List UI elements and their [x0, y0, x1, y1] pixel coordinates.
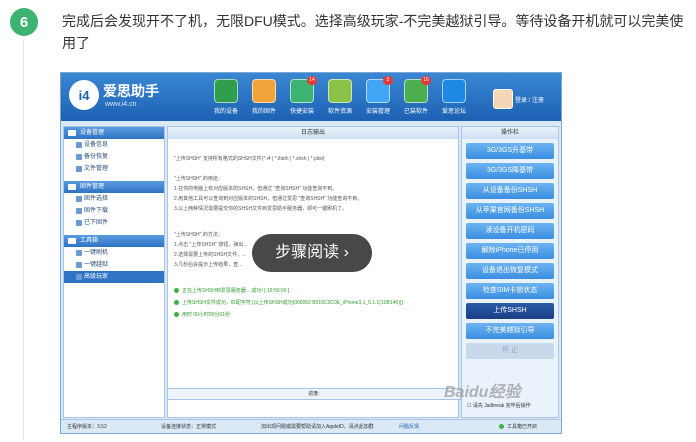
- op-button-stop[interactable]: 停 止: [466, 343, 554, 359]
- software-icon: [328, 79, 352, 103]
- status-bar: 主程序版本：3.52 设备连接状态：正常模式 加出现问题或需要帮助请加入Appl…: [61, 419, 561, 433]
- baidu-watermark: Baidu经验: [444, 384, 521, 401]
- toolbar-label: 我的设备: [213, 109, 238, 115]
- step-number-badge: 6: [10, 8, 38, 36]
- backup-icon: [76, 154, 82, 160]
- select-icon: [76, 196, 82, 202]
- toolbar-forum[interactable]: 爱思论坛: [437, 79, 471, 119]
- toolbar-label: 我的固件: [251, 109, 276, 115]
- status-connection: 设备连接状态：正常模式: [161, 424, 217, 430]
- sidebar: 设备管理 设备信息 备份恢复 文件管理 固件管理 固件选择 固件下载 已下固件 …: [63, 126, 165, 418]
- sidebar-item-files[interactable]: 文件管理: [64, 163, 164, 175]
- log-line: "上传SHSH" 的方法：: [174, 232, 223, 238]
- app-url: www.i4.cn: [105, 101, 137, 108]
- op-button-downgrade-baseband[interactable]: 3G/3GS降基带: [466, 163, 554, 179]
- notification-badge: 14: [307, 76, 317, 85]
- step-divider-line: [23, 40, 24, 440]
- login-link[interactable]: 登录 / 注册: [515, 95, 544, 104]
- toolbar-label: 安装管理: [365, 109, 390, 115]
- sidebar-item-one-click-flash[interactable]: 一键刷机: [64, 247, 164, 259]
- log-line: 3.以上两种情况需要提交你的SHSH文件到爱思助手服务器，即可一键刷机了。: [174, 206, 348, 212]
- sidebar-item-one-click-jailbreak[interactable]: 一键越狱: [64, 259, 164, 271]
- notification-badge: 16: [421, 76, 431, 85]
- progress-bar: 进度:: [167, 388, 461, 400]
- flash-icon: [76, 250, 82, 256]
- step-description: 完成后会发现开不了机，无限DFU模式。选择高级玩家-不完美越狱引导。等待设备开机…: [62, 13, 684, 51]
- advanced-icon: [76, 274, 82, 280]
- chevron-right-icon: ›: [343, 244, 349, 261]
- i4-logo-icon: i4: [69, 80, 99, 110]
- ops-title: 操作栏: [462, 127, 558, 139]
- toolbar-quick-install[interactable]: 14 快捷安装: [285, 76, 319, 119]
- op-button-unlock-disabled[interactable]: 解除iPhone已停用: [466, 243, 554, 259]
- notification-badge: 5: [383, 76, 393, 85]
- toolbar-install-manager[interactable]: 5 安装管理: [361, 76, 395, 119]
- log-success-line: 用时 00小时00分01秒: [174, 311, 230, 318]
- check-icon: [499, 424, 504, 430]
- log-success-line: 上传SHSH文件成功，匹配字符 [以上传SHSH成功{000002 B016C0…: [174, 299, 403, 306]
- op-button-exit-recovery[interactable]: 设备退出恢复模式: [466, 263, 554, 279]
- log-line: 1.点击 "上传SHSH" 按钮，弹出...: [174, 242, 248, 248]
- op-button-read-passcode[interactable]: 读设备开机密码: [466, 223, 554, 239]
- log-title: 日志输出: [168, 127, 458, 139]
- ops-panel: 操作栏 3G/3GS升基带 3G/3GS降基带 从设备备份SHSH 从苹果官网备…: [461, 126, 559, 418]
- toolbar-label: 快捷安装: [289, 109, 314, 115]
- toolbar-my-firmware[interactable]: 我的固件: [247, 79, 281, 119]
- status-version: 主程序版本：3.52: [67, 424, 107, 430]
- sidebar-section-firmware[interactable]: 固件管理: [64, 181, 164, 193]
- toolbox-icon: [68, 238, 76, 244]
- log-line: 1.在你的电脑上有对应版本的SHSH，但通过 "查询SHSH" 功能查询不到。: [174, 186, 338, 192]
- monitor-icon: [68, 130, 76, 136]
- feedback-link[interactable]: 问题反馈: [399, 420, 419, 433]
- op-button-backup-shsh-apple[interactable]: 从苹果官网备份SHSH: [466, 203, 554, 219]
- sidebar-item-backup[interactable]: 备份恢复: [64, 151, 164, 163]
- sidebar-item-firmware-downloaded[interactable]: 已下固件: [64, 217, 164, 229]
- download-icon: [76, 208, 82, 214]
- log-success-line: 正在上传SHSH到爱思服务器... 成功! [ 19:50:00 ]: [174, 287, 289, 294]
- op-button-backup-shsh-device[interactable]: 从设备备份SHSH: [466, 183, 554, 199]
- toolbar-installed-software[interactable]: 16 已装软件: [399, 76, 433, 119]
- op-button-upload-shsh[interactable]: 上传SHSH: [466, 303, 554, 319]
- folder-icon: [76, 166, 82, 172]
- sidebar-item-advanced[interactable]: 高级玩家: [64, 271, 164, 283]
- check-icon: [174, 312, 179, 318]
- op-button-check-sim[interactable]: 检查SIM卡锁状态: [466, 283, 554, 299]
- log-panel: 日志输出 "上传SHSH" 支持所有格式的SHSH文件(*.i4 | *.ifa…: [167, 126, 459, 418]
- sidebar-section-toolbox[interactable]: 工具箱: [64, 235, 164, 247]
- phone-icon: [214, 79, 238, 103]
- sidebar-item-firmware-select[interactable]: 固件选择: [64, 193, 164, 205]
- info-icon: [76, 142, 82, 148]
- avatar[interactable]: [493, 89, 513, 109]
- log-line: 2.选择需要上传的SHSH文件，...: [174, 252, 247, 258]
- status-toolbox: 工具箱已开启: [499, 420, 537, 433]
- op-button-upgrade-baseband[interactable]: 3G/3GS升基带: [466, 143, 554, 159]
- toolbar-software-resources[interactable]: 软件资源: [323, 79, 357, 119]
- jailbreak-icon: [76, 262, 82, 268]
- sidebar-item-device-info[interactable]: 设备信息: [64, 139, 164, 151]
- jailbreak-checkbox[interactable]: ☐ 请先 Jailbreak 完毕后操作: [467, 402, 531, 409]
- op-button-tethered-boot[interactable]: 不完美越狱引导: [466, 323, 554, 339]
- firmware-icon: [252, 79, 276, 103]
- log-line: "上传SHSH" 的用途：: [174, 176, 223, 182]
- step-reading-button[interactable]: 步骤阅读 ›: [252, 234, 372, 272]
- status-qq-group-link[interactable]: 加出现问题或需要帮助请加入AppleID，请点此加群: [261, 420, 374, 433]
- check-icon: [174, 288, 179, 294]
- toolbar-my-device[interactable]: 我的设备: [209, 79, 243, 119]
- forum-icon: [442, 79, 466, 103]
- toolbar-label: 软件资源: [327, 109, 352, 115]
- firmware-section-icon: [68, 184, 76, 190]
- downloaded-icon: [76, 220, 82, 226]
- app-toolbar: i4 爱思助手 www.i4.cn 我的设备 我的固件 14 快捷安装 软件资源…: [61, 73, 561, 121]
- log-line: 2.用其他工具可以查询到对应版本的SHSH，但通过爱思 "查询SHSH" 功能查…: [174, 196, 363, 202]
- sidebar-item-firmware-download[interactable]: 固件下载: [64, 205, 164, 217]
- toolbar-label: 已装软件: [403, 109, 428, 115]
- check-icon: [174, 300, 179, 306]
- toolbar-label: 爱思论坛: [441, 109, 466, 115]
- app-title: 爱思助手: [103, 83, 159, 99]
- log-line: "上传SHSH" 支持所有格式的SHSH文件(*.i4 | *.ifaith |…: [174, 156, 325, 162]
- sidebar-section-device[interactable]: 设备管理: [64, 127, 164, 139]
- log-line: 3.几秒后会提示上传结果，查...: [174, 262, 243, 268]
